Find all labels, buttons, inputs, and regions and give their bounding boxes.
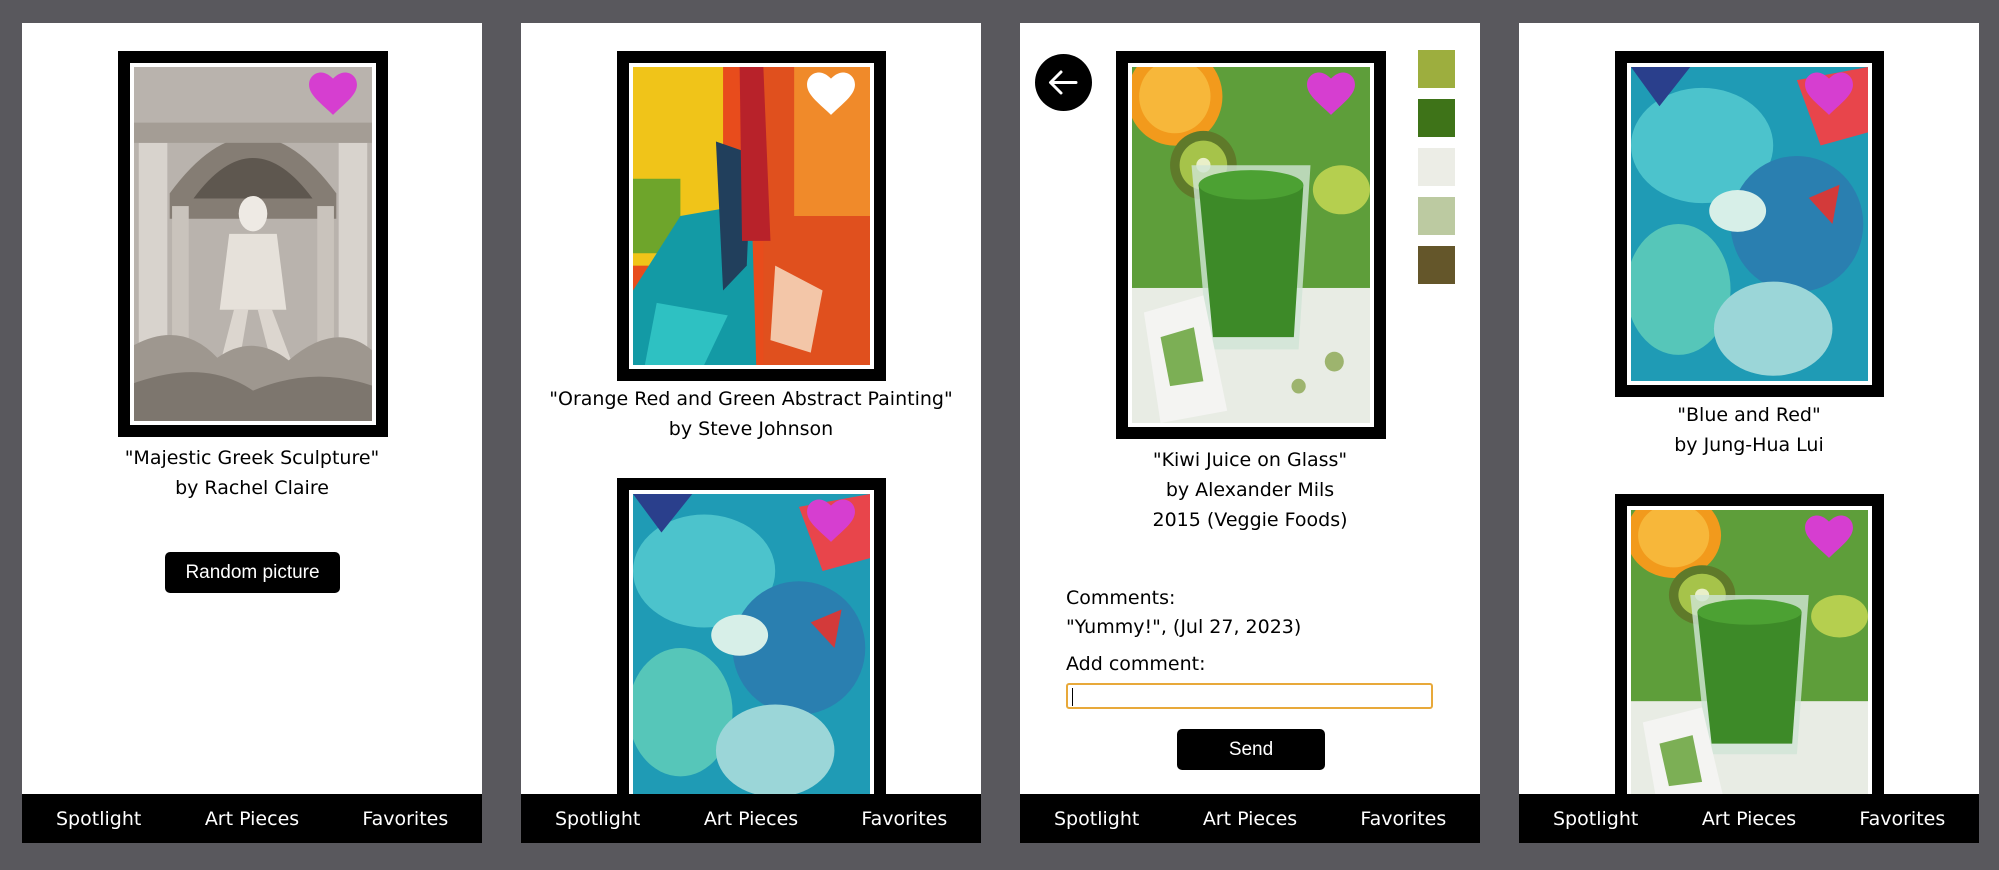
artwork-image-greek-sculpture[interactable] [134,67,372,421]
artwork-frame[interactable] [1116,51,1386,439]
artwork-image-kiwi-juice[interactable] [1631,510,1868,818]
nav-art-pieces[interactable]: Art Pieces [674,808,827,830]
artwork-frame[interactable] [617,51,886,381]
comment-item: "Yummy!", (Jul 27, 2023) [1066,616,1302,638]
artwork-year-genre: 2015 (Veggie Foods) [1152,509,1348,531]
favorites-screen: "Blue and Red" by Jung-Hua Lui Spotlight… [1519,23,1979,843]
nav-art-pieces[interactable]: Art Pieces [1173,808,1326,830]
comment-input[interactable] [1066,683,1433,709]
arrow-left-icon [1049,70,1078,95]
nav-spotlight[interactable]: Spotlight [521,808,674,830]
nav-favorites[interactable]: Favorites [828,808,981,830]
heart-icon[interactable] [1804,71,1854,117]
color-swatch [1418,197,1455,235]
text-caret [1072,688,1073,706]
bottom-nav: Spotlight Art Pieces Favorites [22,794,482,843]
artwork-title: "Blue and Red" [1677,404,1821,426]
heart-icon[interactable] [308,71,358,117]
artwork-frame[interactable] [617,478,886,818]
artwork-image-blue-and-red[interactable] [633,494,870,802]
heart-shape [1805,515,1853,558]
color-swatch [1418,50,1455,88]
heart-shape [807,499,855,542]
artwork-artist: by Steve Johnson [668,418,834,440]
artwork-frame[interactable] [1615,51,1884,397]
artwork-image-blue-and-red[interactable] [1631,67,1868,381]
artwork-caption: "Blue and Red" by Jung-Hua Lui [1519,400,1979,460]
heart-shape [1307,72,1355,115]
add-comment-label: Add comment: [1066,653,1206,675]
nav-spotlight[interactable]: Spotlight [1519,808,1672,830]
artwork-frame[interactable] [118,51,388,437]
heart-shape [1805,72,1853,115]
bottom-nav: Spotlight Art Pieces Favorites [521,794,981,843]
heart-icon[interactable] [1804,514,1854,560]
bottom-nav: Spotlight Art Pieces Favorites [1020,794,1480,843]
artwork-artist: by Jung-Hua Lui [1674,434,1824,456]
nav-favorites[interactable]: Favorites [1826,808,1979,830]
artwork-frame[interactable] [1615,494,1884,834]
color-swatch [1418,99,1455,137]
heart-icon[interactable] [806,71,856,117]
color-swatch [1418,148,1455,186]
back-button[interactable] [1035,54,1092,111]
nav-spotlight[interactable]: Spotlight [22,808,175,830]
heart-icon[interactable] [1306,71,1356,117]
nav-spotlight[interactable]: Spotlight [1020,808,1173,830]
artwork-title: "Kiwi Juice on Glass" [1152,449,1348,471]
heart-icon[interactable] [806,498,856,544]
nav-art-pieces[interactable]: Art Pieces [1672,808,1825,830]
spotlight-screen: "Majestic Greek Sculpture" by Rachel Cla… [22,23,482,843]
comments-label: Comments: [1066,587,1176,609]
heart-shape [309,72,357,115]
heart-shape [807,72,855,115]
nav-favorites[interactable]: Favorites [329,808,482,830]
color-swatch [1418,246,1455,284]
bottom-nav: Spotlight Art Pieces Favorites [1519,794,1979,843]
random-picture-button[interactable]: Random picture [165,552,340,593]
artwork-caption: "Orange Red and Green Abstract Painting"… [521,384,981,444]
artwork-image-abstract-painting[interactable] [633,67,870,365]
nav-art-pieces[interactable]: Art Pieces [175,808,328,830]
artwork-artist: by Rachel Claire [175,477,329,499]
artwork-caption: "Kiwi Juice on Glass" by Alexander Mils … [1020,445,1480,535]
artwork-caption: "Majestic Greek Sculpture" by Rachel Cla… [22,443,482,503]
art-pieces-screen: "Orange Red and Green Abstract Painting"… [521,23,981,843]
nav-favorites[interactable]: Favorites [1327,808,1480,830]
artwork-title: "Orange Red and Green Abstract Painting" [549,388,953,410]
art-piece-detail-screen: "Kiwi Juice on Glass" by Alexander Mils … [1020,23,1480,843]
send-button[interactable]: Send [1177,729,1325,770]
artwork-title: "Majestic Greek Sculpture" [124,447,380,469]
artwork-image-kiwi-juice[interactable] [1132,67,1370,423]
artwork-artist: by Alexander Mils [1165,479,1335,501]
